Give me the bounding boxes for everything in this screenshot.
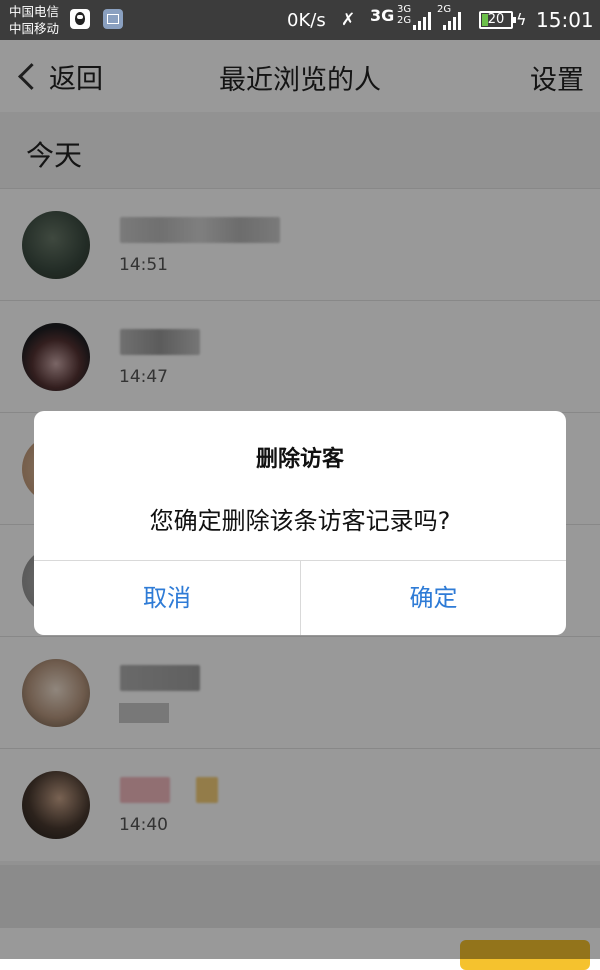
battery-level: 20 — [487, 12, 505, 27]
carrier-2: 中国移动 — [9, 21, 60, 36]
network-small-3g: 3G — [397, 4, 412, 15]
visitor-screen: 中国电信 中国移动 0K/s ✗ 3G 3G 2G 2G 20 ϟ 15:01 … — [0, 0, 600, 970]
signal-bars-icon — [413, 10, 433, 30]
signal-bars-2-icon — [443, 10, 463, 30]
qq-notification-icon — [70, 9, 90, 29]
net-speed: 0K/s — [287, 10, 326, 31]
network-small-labels: 3G 2G — [397, 4, 411, 26]
carrier-1: 中国电信 — [9, 4, 60, 19]
mute-icon: ✗ — [341, 10, 356, 30]
dialog-message: 您确定删除该条访客记录吗? — [149, 507, 451, 535]
status-bar: 中国电信 中国移动 0K/s ✗ 3G 3G 2G 2G 20 ϟ 15:01 — [0, 0, 600, 40]
dialog-title: 删除访客 — [255, 447, 344, 472]
charging-icon: ϟ — [516, 10, 527, 29]
confirm-button[interactable]: 确定 — [301, 561, 566, 635]
image-notification-icon — [103, 9, 123, 29]
delete-visitor-dialog: 删除访客 您确定删除该条访客记录吗? 取消 确定 — [34, 411, 566, 635]
carrier-info: 中国电信 中国移动 — [9, 3, 59, 37]
cancel-button[interactable]: 取消 — [34, 561, 300, 635]
network-3g-label: 3G — [370, 6, 395, 25]
status-time: 15:01 — [536, 8, 594, 32]
battery-icon: 20 — [479, 11, 516, 29]
network-small-2g: 2G — [397, 15, 412, 26]
